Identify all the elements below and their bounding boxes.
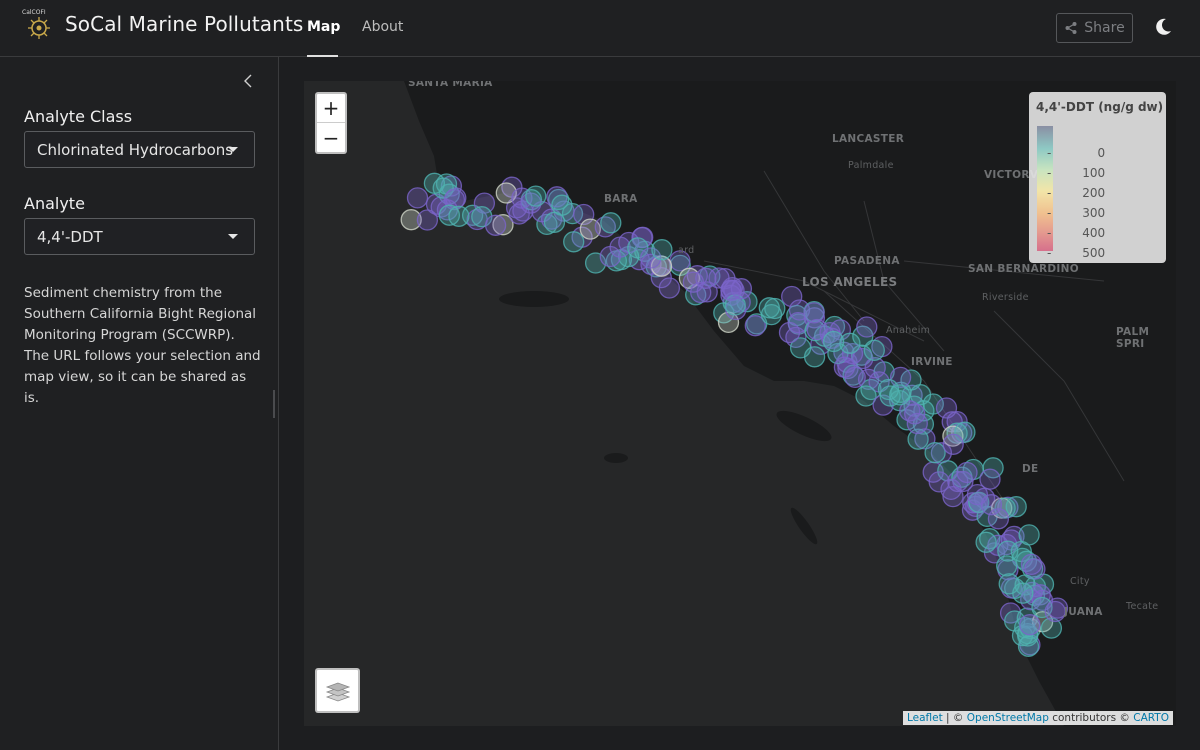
analyte-label: Analyte	[24, 194, 85, 213]
legend-tick: - 500	[1047, 246, 1106, 260]
legend-title: 4,4'-DDT (ng/g dw)	[1036, 100, 1164, 114]
sample-marker[interactable]	[416, 209, 439, 231]
layers-button[interactable]	[315, 668, 360, 713]
sample-marker[interactable]	[839, 332, 861, 354]
island-san-nicolas	[604, 453, 628, 463]
place-label: Riverside	[982, 292, 1029, 303]
chevron-down-icon	[228, 147, 238, 152]
legend-tick: - 300	[1047, 206, 1106, 220]
sample-marker[interactable]	[928, 471, 950, 493]
sample-marker[interactable]	[406, 187, 429, 209]
sidebar-resize-handle[interactable]	[273, 390, 275, 418]
place-label: DE	[1022, 463, 1039, 475]
place-label: IRVINE	[911, 356, 953, 368]
nav-tab-map[interactable]: Map	[307, 19, 340, 57]
chevron-down-icon	[228, 234, 238, 239]
place-label: BARA	[604, 193, 638, 205]
place-label: Anaheim	[886, 325, 931, 336]
sidebar: Analyte Class Chlorinated Hydrocarbons A…	[0, 57, 279, 750]
analyte-value: 4,4'-DDT	[37, 227, 103, 246]
sample-marker[interactable]	[609, 236, 631, 258]
sample-marker[interactable]	[551, 194, 573, 216]
place-label: LOS ANGELES	[802, 275, 898, 289]
sidebar-description: Sediment chemistry from the Southern Cal…	[24, 285, 261, 406]
place-label: City	[1070, 576, 1090, 587]
sample-marker[interactable]	[877, 378, 900, 401]
island-san-clemente	[790, 507, 818, 545]
collapse-sidebar-icon[interactable]	[240, 71, 256, 91]
share-button[interactable]: Share	[1056, 13, 1133, 43]
place-label: SANTA MARIA	[408, 81, 493, 89]
sample-marker[interactable]	[525, 185, 547, 207]
analyte-class-select[interactable]: Chlorinated Hydrocarbons	[24, 131, 255, 168]
top-navbar: CalCOFI SoCal Marine Pollutants Map Abou…	[0, 0, 1200, 57]
zoom-out-button[interactable]: −	[317, 123, 345, 152]
sample-marker[interactable]	[803, 346, 826, 368]
logo-text: CalCOFI	[22, 9, 46, 16]
analyte-select[interactable]: 4,4'-DDT	[24, 218, 255, 255]
sample-marker[interactable]	[987, 508, 1010, 530]
sample-marker[interactable]	[1005, 496, 1027, 518]
leaflet-link[interactable]: Leaflet	[907, 712, 943, 724]
nav-tab-about[interactable]: About	[362, 19, 403, 57]
osm-link[interactable]: OpenStreetMap	[967, 712, 1049, 724]
sample-marker[interactable]	[695, 267, 717, 289]
sample-marker[interactable]	[1019, 614, 1041, 636]
sample-marker[interactable]	[906, 412, 928, 435]
share-label: Share	[1084, 20, 1125, 36]
sample-marker[interactable]	[856, 316, 878, 338]
sample-marker[interactable]	[956, 461, 978, 484]
legend-tick: - 400	[1047, 226, 1106, 240]
sample-marker[interactable]	[1012, 582, 1034, 604]
sample-marker[interactable]	[975, 531, 997, 553]
zoom-in-button[interactable]: +	[317, 94, 345, 123]
zoom-control: + −	[315, 92, 347, 154]
sample-marker[interactable]	[760, 303, 783, 326]
layers-icon	[325, 682, 350, 701]
map-view[interactable]: SANTA MARIA LANCASTER Palmdale VICTORV P…	[304, 81, 1176, 726]
sample-marker[interactable]	[730, 278, 753, 300]
moon-icon[interactable]	[1152, 16, 1174, 38]
app-title[interactable]: SoCal Marine Pollutants	[65, 12, 303, 36]
place-label: Tecate	[1126, 601, 1159, 612]
sample-marker[interactable]	[484, 214, 507, 236]
place-label: SAN BERNARDINO	[968, 263, 1079, 275]
calcofi-logo[interactable]: CalCOFI	[20, 6, 60, 46]
place-label: Palmdale	[848, 160, 894, 171]
analyte-class-value: Chlorinated Hydrocarbons	[37, 140, 234, 159]
map-legend: 4,4'-DDT (ng/g dw) - 0 - 100 - 200 - 300…	[1029, 92, 1166, 263]
place-label: LANCASTER	[832, 133, 905, 145]
place-label: JUANA	[1064, 606, 1103, 618]
sample-marker[interactable]	[651, 239, 673, 261]
legend-tick: - 200	[1047, 186, 1106, 200]
island-santa-cruz	[499, 291, 569, 307]
sample-marker[interactable]	[778, 321, 801, 344]
sample-marker[interactable]	[600, 212, 622, 234]
legend-tick: - 0	[1047, 146, 1106, 160]
place-label: ard	[678, 245, 695, 256]
sample-marker[interactable]	[924, 442, 946, 464]
sample-marker[interactable]	[1017, 635, 1040, 657]
analyte-class-label: Analyte Class	[24, 107, 133, 126]
sample-marker[interactable]	[1018, 524, 1040, 546]
sample-marker[interactable]	[448, 205, 470, 227]
sample-marker[interactable]	[844, 366, 866, 389]
map-attribution: Leaflet | © OpenStreetMap contributors ©…	[902, 711, 1173, 725]
place-label: PALM SPRI	[1116, 326, 1150, 350]
sample-marker[interactable]	[563, 231, 585, 253]
sample-marker[interactable]	[996, 555, 1018, 577]
sample-marker[interactable]	[942, 433, 964, 455]
legend-tick: - 100	[1047, 166, 1106, 180]
place-label: PASADENA	[834, 255, 900, 267]
sample-marker[interactable]	[1044, 600, 1066, 623]
sample-marker[interactable]	[863, 339, 885, 361]
island-catalina	[776, 410, 832, 442]
sample-marker[interactable]	[423, 172, 446, 194]
carto-link[interactable]: CARTO	[1133, 712, 1169, 724]
share-icon	[1065, 22, 1077, 34]
